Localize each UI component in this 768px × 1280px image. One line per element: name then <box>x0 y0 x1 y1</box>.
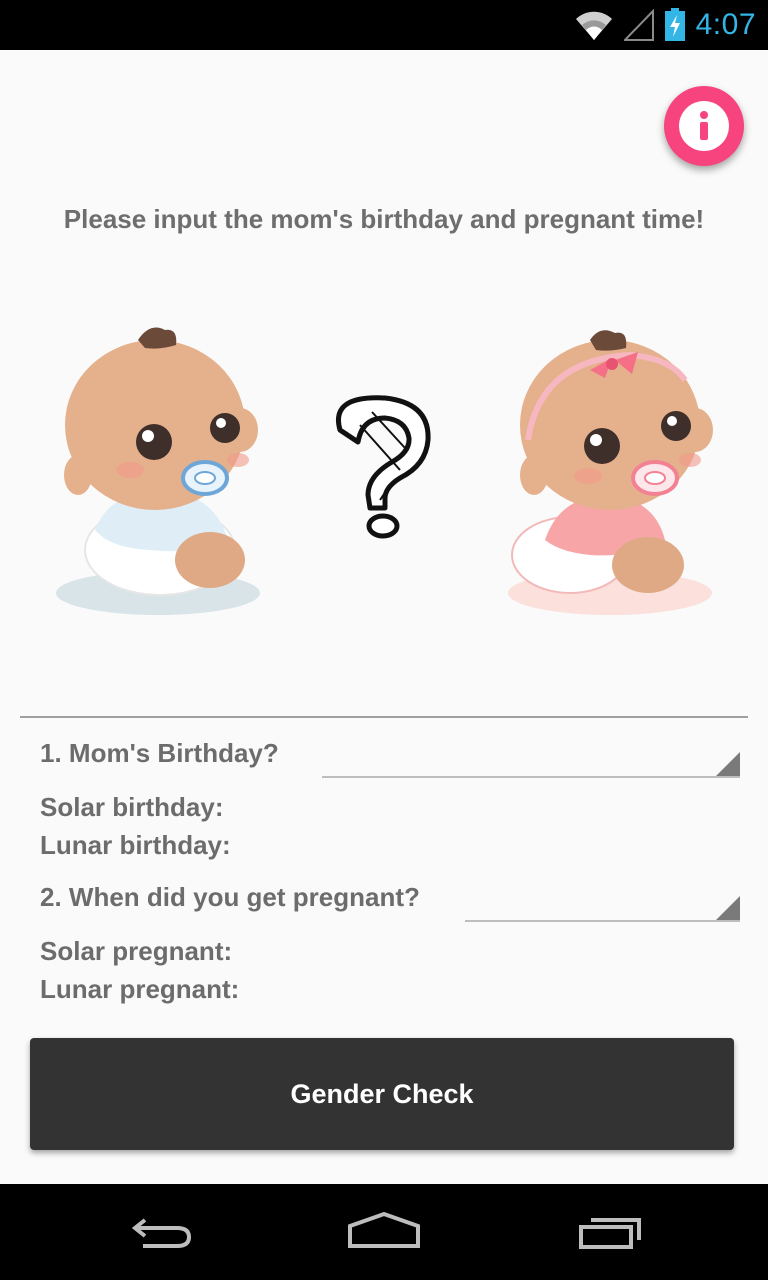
lunar-pregnant-label: Lunar pregnant: <box>40 974 240 1004</box>
back-button[interactable] <box>115 1204 205 1260</box>
status-icons: 4:07 <box>574 0 756 50</box>
status-bar: 4:07 <box>0 0 768 50</box>
home-icon <box>348 1212 420 1248</box>
signal-icon <box>623 9 654 41</box>
dropdown-arrow-icon <box>716 896 740 920</box>
info-button[interactable] <box>664 86 744 166</box>
back-icon <box>131 1218 192 1248</box>
battery-charging-icon <box>664 8 685 41</box>
info-icon <box>679 101 729 151</box>
lunar-birthday-label: Lunar birthday: <box>40 830 231 860</box>
recents-icon <box>579 1218 641 1249</box>
pregnant-time-spinner[interactable] <box>465 892 740 922</box>
baby-boy-image <box>56 327 260 615</box>
gender-check-button[interactable]: Gender Check <box>30 1038 734 1150</box>
dropdown-arrow-icon <box>716 752 740 776</box>
navigation-bar <box>0 1184 768 1280</box>
moms-birthday-label: 1. Mom's Birthday? <box>40 738 279 768</box>
question-mark-image <box>336 395 431 539</box>
recents-button[interactable] <box>565 1204 655 1260</box>
solar-pregnant-label: Solar pregnant: <box>40 936 233 966</box>
home-button[interactable] <box>339 1204 429 1260</box>
page-title: Please input the mom's birthday and preg… <box>63 204 705 234</box>
status-time: 4:07 <box>695 8 756 41</box>
illustration <box>56 327 713 615</box>
wifi-icon <box>575 11 612 40</box>
pregnant-time-label: 2. When did you get pregnant? <box>40 882 420 912</box>
moms-birthday-spinner[interactable] <box>322 748 740 778</box>
solar-birthday-label: Solar birthday: <box>40 792 224 822</box>
divider <box>20 716 748 718</box>
baby-girl-image <box>508 330 713 615</box>
